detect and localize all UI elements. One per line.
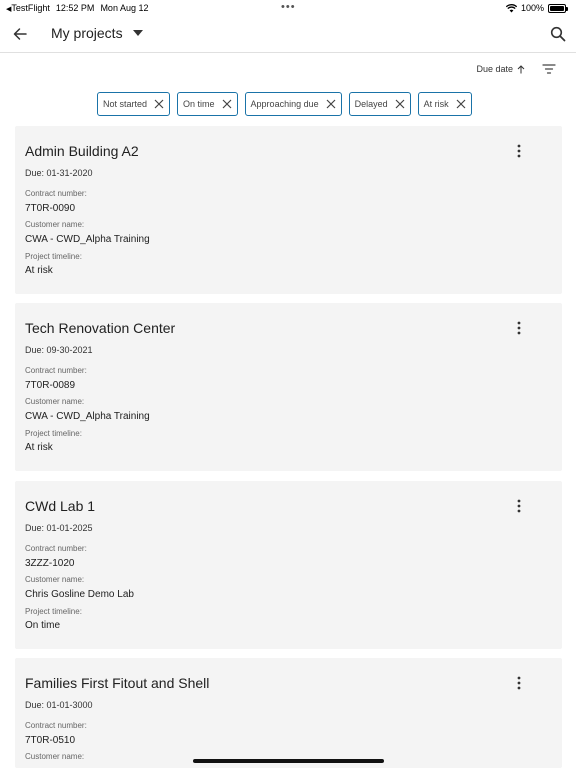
customer-name: CWA - CWD_Alpha Training [25, 234, 150, 245]
project-timeline: On time [25, 620, 61, 631]
project-title: CWd Lab 1 [25, 498, 96, 514]
chip-label: On time [183, 99, 215, 109]
contract-number: 7T0R-0090 [25, 203, 76, 214]
close-icon[interactable] [154, 99, 164, 109]
customer-name: CWA - CWD_Alpha Training [25, 411, 150, 422]
contract-label: Contract number: [25, 721, 87, 730]
contract-label: Contract number: [25, 544, 87, 553]
due-date: Due: 09-30-2021 [25, 345, 93, 355]
chip-approaching-due[interactable]: Approaching due [244, 92, 342, 116]
project-view-dropdown[interactable]: My projects [51, 25, 143, 41]
project-title: Families First Fitout and Shell [25, 675, 210, 691]
more-vertical-icon[interactable] [512, 676, 526, 690]
wifi-icon [505, 3, 517, 12]
arrow-left-icon[interactable] [11, 25, 29, 43]
battery-icon [548, 3, 568, 13]
chip-label: Delayed [354, 99, 388, 109]
timeline-label: Project timeline: [25, 429, 82, 438]
battery-percent: 100% [520, 3, 544, 13]
close-icon[interactable] [222, 99, 232, 109]
chip-label: Approaching due [250, 99, 319, 109]
multitasking-dots-icon[interactable]: ••• [281, 1, 296, 13]
project-card[interactable]: CWd Lab 1 Due: 01-01-2025 Contract numbe… [15, 481, 562, 649]
sort-label: Due date [476, 64, 513, 74]
filter-icon[interactable] [542, 62, 556, 76]
chip-label: Not started [103, 99, 148, 109]
status-date: Mon Aug 12 [100, 3, 149, 13]
contract-number: 7T0R-0510 [25, 735, 76, 746]
project-card[interactable]: Admin Building A2 Due: 01-31-2020 Contra… [15, 126, 562, 294]
chip-not-started[interactable]: Not started [97, 92, 171, 116]
project-title: Tech Renovation Center [25, 320, 176, 336]
customer-name: Chris Gosline Demo Lab [25, 589, 134, 600]
due-date: Due: 01-01-3000 [25, 700, 93, 710]
due-date: Due: 01-01-2025 [25, 523, 93, 533]
chip-delayed[interactable]: Delayed [348, 92, 411, 116]
customer-label: Customer name: [25, 397, 85, 406]
due-date: Due: 01-31-2020 [25, 168, 93, 178]
close-icon[interactable] [456, 99, 466, 109]
timeline-label: Project timeline: [25, 607, 82, 616]
page-title: My projects [51, 25, 123, 41]
contract-number: 7T0R-0089 [25, 380, 76, 391]
close-icon[interactable] [326, 99, 336, 109]
back-to-app[interactable]: ◀TestFlight [6, 3, 50, 13]
more-vertical-icon[interactable] [512, 144, 526, 158]
customer-label: Customer name: [25, 220, 85, 229]
project-timeline: At risk [25, 265, 53, 276]
project-card[interactable]: Tech Renovation Center Due: 09-30-2021 C… [15, 303, 562, 471]
chip-on-time[interactable]: On time [177, 92, 238, 116]
customer-label: Customer name: [25, 575, 85, 584]
arrow-up-icon [517, 64, 525, 73]
chip-at-risk[interactable]: At risk [417, 92, 472, 116]
more-vertical-icon[interactable] [512, 499, 526, 513]
timeline-label: Project timeline: [25, 252, 82, 261]
contract-number: 3ZZZ-1020 [25, 558, 75, 569]
status-bar: ◀TestFlight 12:52 PM Mon Aug 12 ••• 100% [0, 0, 576, 16]
contract-label: Contract number: [25, 366, 87, 375]
contract-label: Contract number: [25, 189, 87, 198]
app-bar: My projects [0, 16, 576, 53]
filter-chips: Not started On time Approaching due Dela… [97, 92, 472, 116]
chip-label: At risk [423, 99, 449, 109]
project-timeline: At risk [25, 442, 53, 453]
customer-label: Customer name: [25, 752, 85, 761]
project-title: Admin Building A2 [25, 143, 139, 159]
home-indicator[interactable] [193, 759, 384, 763]
close-icon[interactable] [395, 99, 405, 109]
sort-button[interactable]: Due date [476, 64, 525, 74]
status-time: 12:52 PM [55, 3, 95, 13]
project-card[interactable]: Families First Fitout and Shell Due: 01-… [15, 658, 562, 768]
more-vertical-icon[interactable] [512, 321, 526, 335]
caret-down-icon [132, 30, 143, 36]
sort-row: Due date [476, 62, 556, 76]
search-icon[interactable] [550, 26, 566, 42]
